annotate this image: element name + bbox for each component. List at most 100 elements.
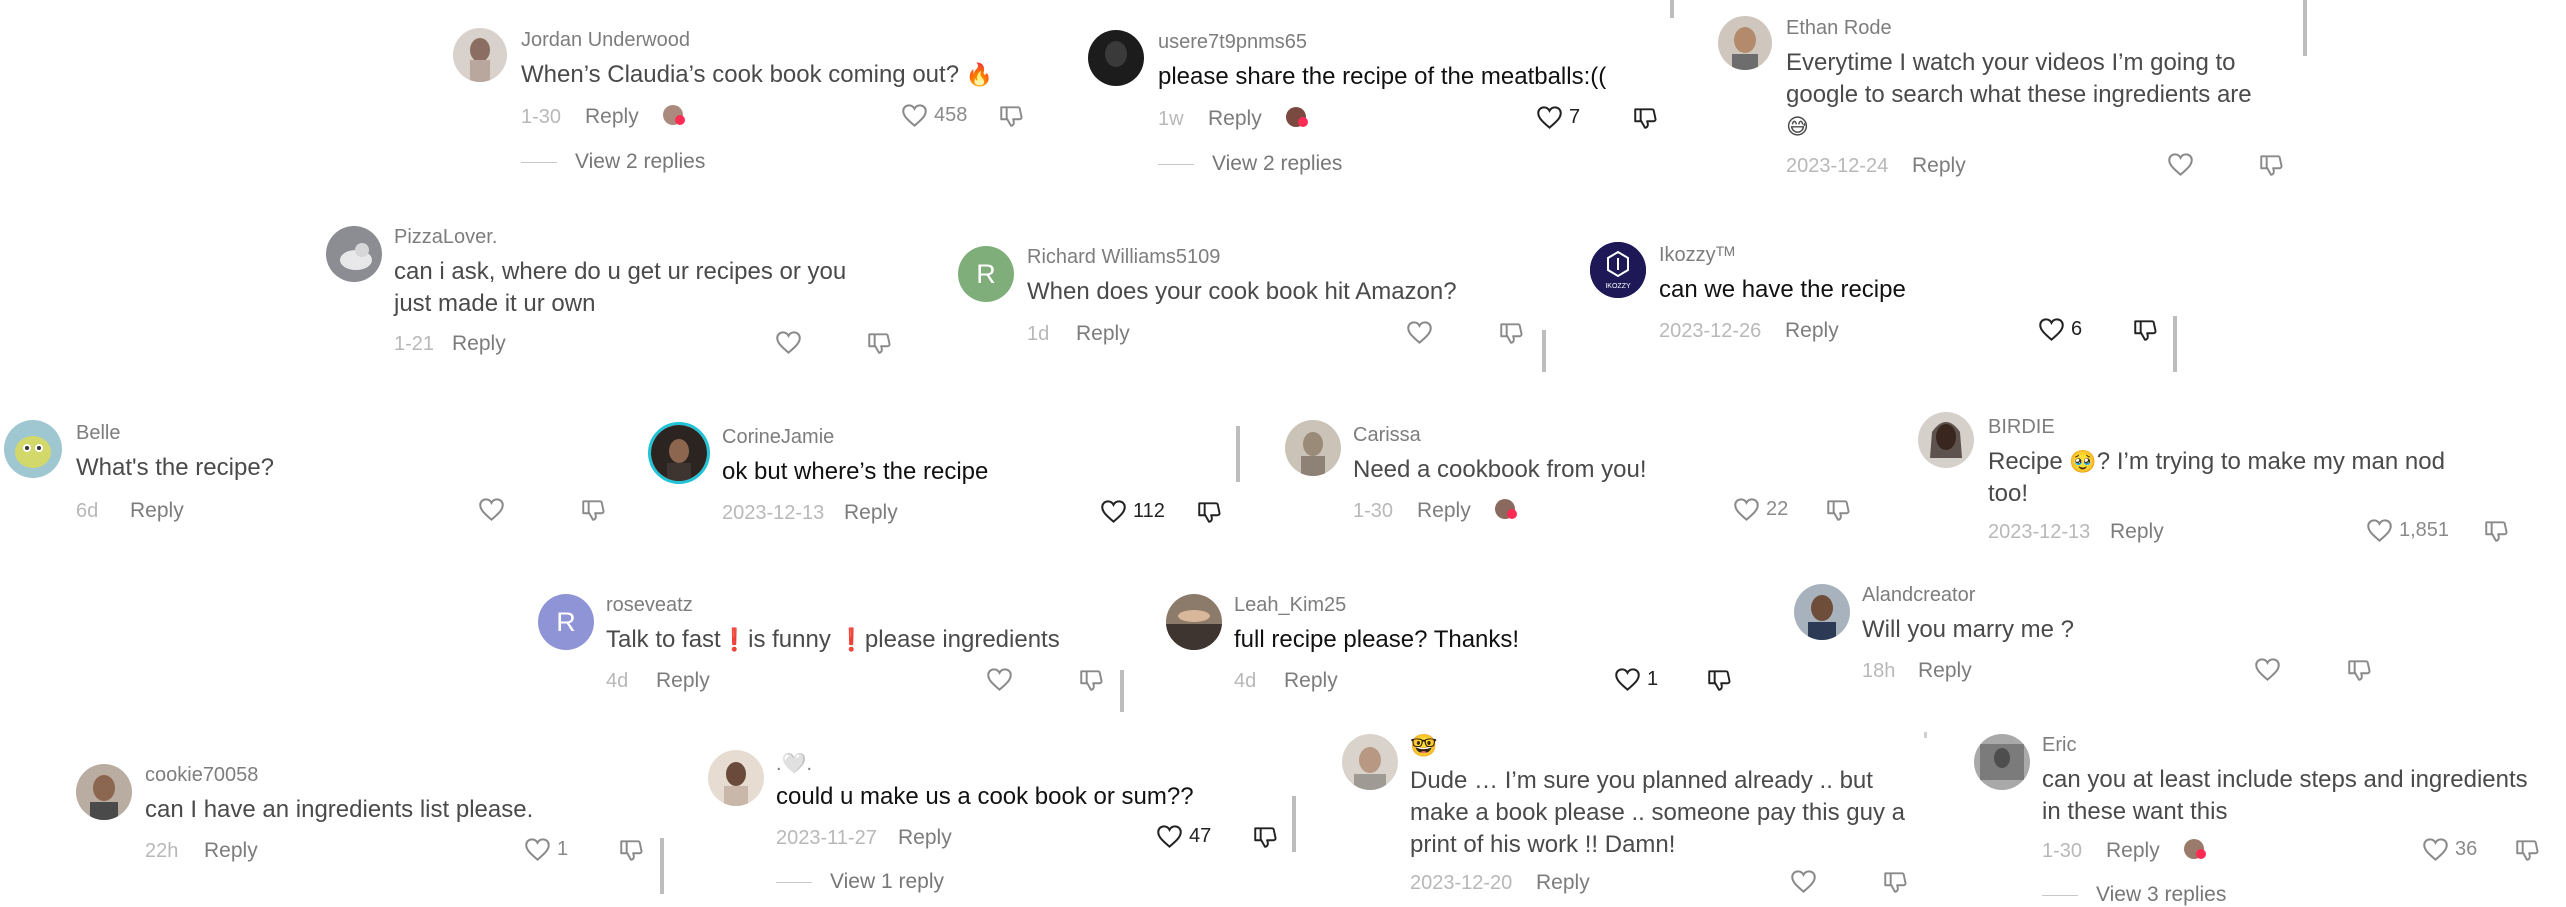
reply-button[interactable]: Reply [204,839,258,863]
dislike-button[interactable] [1825,497,1851,523]
like-button[interactable] [1790,869,1817,894]
reply-button[interactable]: Reply [1536,871,1590,895]
avatar[interactable] [1918,412,1974,468]
dislike-button[interactable] [1078,667,1104,693]
reply-button[interactable]: Reply [1208,107,1262,131]
username[interactable]: BIRDIE [1988,416,2055,439]
reply-button[interactable]: Reply [1912,154,1966,178]
like-button[interactable] [2167,152,2194,177]
scrollbar[interactable] [1292,796,1296,852]
dislike-button[interactable] [1632,105,1658,131]
like-button[interactable]: 1,851 [2366,518,2449,543]
dislike-button[interactable] [1882,869,1908,895]
like-button[interactable] [478,497,505,522]
username[interactable]: roseveatz [606,594,693,617]
like-button[interactable]: 1 [524,837,568,862]
dislike-button[interactable] [998,103,1024,129]
dislike-button[interactable] [618,837,644,863]
username[interactable]: Belle [76,422,120,445]
like-button[interactable] [775,330,802,355]
username[interactable]: usere7t9pnms65 [1158,31,1307,54]
reply-button[interactable]: Reply [585,105,639,129]
username[interactable]: Richard Williams5109 [1027,246,1220,269]
like-button[interactable]: 36 [2422,837,2477,862]
username[interactable]: Eric [2042,734,2076,757]
view-replies-button[interactable]: View 1 reply [776,870,944,894]
avatar[interactable] [1718,16,1772,70]
dislike-button[interactable] [1498,320,1524,346]
view-replies-button[interactable]: View 3 replies [2042,883,2226,907]
username[interactable]: PizzaLover. [394,226,497,249]
avatar[interactable] [708,750,764,806]
thumbs-down-icon [868,333,891,354]
dislike-button[interactable] [2346,657,2372,683]
like-button[interactable]: 22 [1733,497,1788,522]
scrollbar[interactable] [1542,330,1546,372]
username[interactable]: Ethan Rode [1786,17,1892,40]
like-button[interactable] [2254,657,2281,682]
scrollbar[interactable] [2173,316,2177,372]
dislike-button[interactable] [2132,317,2158,343]
username[interactable]: Carissa [1353,424,1421,447]
dislike-button[interactable] [2258,152,2284,178]
reply-button[interactable]: Reply [1076,322,1130,346]
dislike-button[interactable] [1196,499,1222,525]
reply-button[interactable]: Reply [2106,839,2160,863]
avatar[interactable] [1088,30,1144,86]
scrollbar[interactable] [2303,0,2307,56]
avatar[interactable] [453,28,507,82]
reply-button[interactable]: Reply [130,499,184,523]
avatar[interactable] [1342,734,1398,790]
avatar[interactable] [1974,734,2030,790]
dislike-button[interactable] [2483,518,2509,544]
avatar[interactable] [4,420,62,478]
avatar[interactable]: R [958,246,1014,302]
like-button[interactable] [1406,320,1433,345]
reply-button[interactable]: Reply [1417,499,1471,523]
reply-button[interactable]: Reply [2110,520,2164,544]
username[interactable]: .🤍. [776,751,812,776]
reply-button[interactable]: Reply [1284,669,1338,693]
reply-button[interactable]: Reply [656,669,710,693]
avatar[interactable]: IKOZZY [1590,242,1646,298]
avatar[interactable]: R [538,594,594,650]
username[interactable]: Jordan Underwood [521,29,690,52]
reply-button[interactable]: Reply [898,826,952,850]
avatar[interactable] [1794,584,1850,640]
like-button[interactable]: 1 [1614,667,1658,692]
like-button[interactable] [986,667,1013,692]
username[interactable]: Leah_Kim25 [1234,594,1346,617]
username[interactable]: 🤓 [1410,734,1437,759]
username[interactable]: Alandcreator [1862,584,1975,607]
comment-text-line-3: print of his work !! Damn! [1410,831,1676,858]
dislike-button[interactable] [866,330,892,356]
dislike-button[interactable] [1252,824,1278,850]
like-button[interactable]: 112 [1100,499,1165,524]
avatar[interactable] [76,764,132,820]
avatar[interactable] [648,422,710,484]
scrollbar[interactable] [1236,426,1240,482]
username[interactable]: Ikozzyᵀᴹ [1659,244,1735,267]
reply-button[interactable]: Reply [452,332,506,356]
scrollbar[interactable] [1120,670,1124,712]
view-replies-button[interactable]: View 2 replies [521,150,705,174]
dislike-button[interactable] [580,497,606,523]
username[interactable]: CorineJamie [722,426,834,449]
reply-button[interactable]: Reply [1918,659,1972,683]
dislike-button[interactable] [1706,667,1732,693]
like-button[interactable]: 458 [901,103,967,128]
reply-button[interactable]: Reply [844,501,898,525]
scrollbar[interactable] [660,838,664,894]
view-replies-button[interactable]: View 2 replies [1158,152,1342,176]
like-button[interactable]: 6 [2038,317,2082,342]
like-button[interactable]: 7 [1536,105,1580,130]
avatar[interactable] [326,226,382,282]
like-button[interactable]: 47 [1156,824,1211,849]
scrollbar[interactable] [1670,0,1674,18]
avatar[interactable] [1166,594,1222,650]
reply-button[interactable]: Reply [1785,319,1839,343]
avatar[interactable] [1285,420,1341,476]
dislike-button[interactable] [2514,837,2540,863]
username[interactable]: cookie70058 [145,764,258,787]
comment-date: 1-21 [394,333,435,355]
